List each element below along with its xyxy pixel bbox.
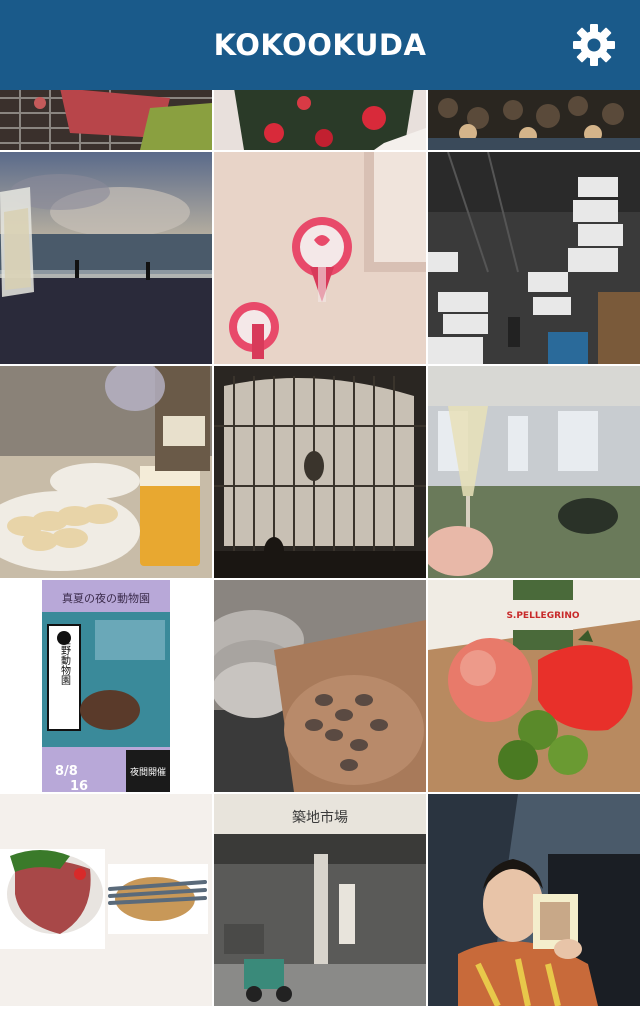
photo-tile-market[interactable]: 築地市場: [214, 794, 426, 1006]
photo-tile-peach-pellegrino[interactable]: S.PELLEGRINO: [428, 580, 640, 792]
photo-tile-gyoza-beer[interactable]: [0, 366, 212, 578]
poster-night-badge: 夜間開催: [130, 766, 166, 778]
page-title: KOKOOKUDA: [213, 28, 427, 62]
photo-tile-rosette[interactable]: [214, 152, 426, 364]
gear-icon[interactable]: [572, 23, 616, 67]
app-header: KOKOOKUDA: [0, 0, 640, 90]
photo-tile-champagne-pool[interactable]: [428, 366, 640, 578]
photo-tile-zoo-poster[interactable]: 真夏の夜の動物園 上野動物園 8/8 16 夜間開催: [0, 580, 212, 792]
bottle-label: S.PELLEGRINO: [506, 611, 579, 621]
poster-title: 真夏の夜の動物園: [62, 591, 150, 605]
market-sign: 築地市場: [292, 809, 348, 826]
photo-tile-cage[interactable]: [214, 366, 426, 578]
poster-zoo-name: 上野動物園: [59, 635, 71, 686]
poster-end-date: 16: [70, 779, 88, 792]
poster-dates: 8/8: [55, 764, 78, 779]
photo-tile-warehouse[interactable]: [428, 152, 640, 364]
photo-tile-portrait[interactable]: [428, 794, 640, 1006]
photo-tile-beef-sanma[interactable]: [0, 794, 212, 1006]
photo-tile-beach-sunset[interactable]: [0, 152, 212, 364]
photo-tile-clams[interactable]: [214, 580, 426, 792]
